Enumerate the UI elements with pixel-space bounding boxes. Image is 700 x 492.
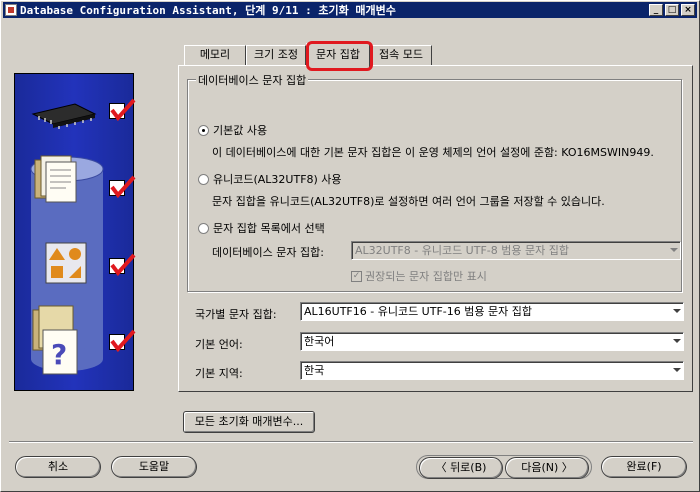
step-checkmark-icon <box>109 329 136 353</box>
db-charset-label: 데이터베이스 문자 집합: <box>212 246 324 259</box>
checkbox[interactable]: ✓ <box>351 270 362 282</box>
dbca-window: Database Configuration Assistant, 단계 9/1… <box>0 0 700 492</box>
tab-sizing[interactable]: 크기 조정 <box>246 45 306 65</box>
default-language-label: 기본 언어: <box>195 338 243 351</box>
chevron-down-icon <box>673 368 681 372</box>
step-checkmark-icon <box>109 253 136 277</box>
help-button[interactable]: 도움말 <box>111 456 197 478</box>
close-button[interactable]: × <box>681 4 695 16</box>
default-language-select[interactable]: 한국어 <box>300 332 684 351</box>
radio-choose-from-list[interactable]: 문자 집합 목록에서 선택 <box>198 220 325 236</box>
all-init-params-button[interactable]: 모든 초기화 매개변수... <box>183 411 315 433</box>
back-button[interactable]: 〈 뒤로(B) <box>419 457 503 479</box>
shapes-icon <box>45 242 87 284</box>
radio-button[interactable] <box>198 222 209 234</box>
svg-text:?: ? <box>51 338 67 371</box>
db-charset-select[interactable]: AL32UTF8 - 유니코드 UTF-8 범용 문자 집합 <box>351 241 681 260</box>
tab-memory[interactable]: 메모리 <box>184 45 246 65</box>
chevron-left-icon: 〈 <box>435 461 451 474</box>
footer-separator <box>9 441 693 443</box>
radio-use-default[interactable]: 기본값 사용 <box>198 122 267 138</box>
national-charset-label: 국가별 문자 집합: <box>195 308 277 321</box>
memory-chip-icon <box>31 103 97 129</box>
database-charset-group: 데이터베이스 문자 집합 기본값 사용 이 데이터베이스에 대한 기본 문자 집… <box>187 72 682 292</box>
step-checkmark-icon <box>109 175 136 199</box>
group-legend: 데이터베이스 문자 집합 <box>196 72 309 88</box>
default-territory-select[interactable]: 한국 <box>300 361 684 380</box>
recommended-only-checkbox[interactable]: ✓ 권장되는 문자 집합만 표시 <box>351 268 487 284</box>
next-button[interactable]: 다음(N) 〉 <box>505 457 589 479</box>
tab-connection-mode[interactable]: 접속 모드 <box>370 45 432 65</box>
step-checkmark-icon <box>109 98 136 122</box>
national-charset-select[interactable]: AL16UTF16 - 유니코드 UTF-16 범용 문자 집합 <box>300 302 684 321</box>
maximize-button[interactable]: □ <box>665 4 679 16</box>
tab-panel-character-sets: 데이터베이스 문자 집합 기본값 사용 이 데이터베이스에 대한 기본 문자 집… <box>178 65 693 392</box>
chevron-down-icon <box>673 339 681 343</box>
tab-highlight-annotation <box>306 41 373 71</box>
chevron-right-icon: 〉 <box>558 461 573 474</box>
title-bar[interactable]: Database Configuration Assistant, 단계 9/1… <box>3 2 697 18</box>
help-document-icon: ? <box>32 305 78 375</box>
document-stack-icon <box>34 155 77 203</box>
radio-use-unicode[interactable]: 유니코드(AL32UTF8) 사용 <box>198 171 342 187</box>
app-icon <box>5 4 17 16</box>
finish-button[interactable]: 완료(F) <box>601 456 687 478</box>
unicode-charset-desc: 문자 집합을 유니코드(AL32UTF8)로 설정하면 여러 언어 그룹을 저장… <box>212 195 605 208</box>
default-territory-label: 기본 지역: <box>195 367 243 380</box>
chevron-down-icon <box>673 309 681 313</box>
chevron-down-icon <box>670 248 678 252</box>
minimize-button[interactable]: _ <box>649 4 663 16</box>
window-title: Database Configuration Assistant, 단계 9/1… <box>20 4 396 17</box>
radio-button[interactable] <box>198 124 209 136</box>
default-charset-desc: 이 데이터베이스에 대한 기본 문자 집합은 이 운영 체제의 언어 설정에 준… <box>212 146 654 159</box>
radio-button[interactable] <box>198 173 209 185</box>
cancel-button[interactable]: 취소 <box>15 456 101 478</box>
